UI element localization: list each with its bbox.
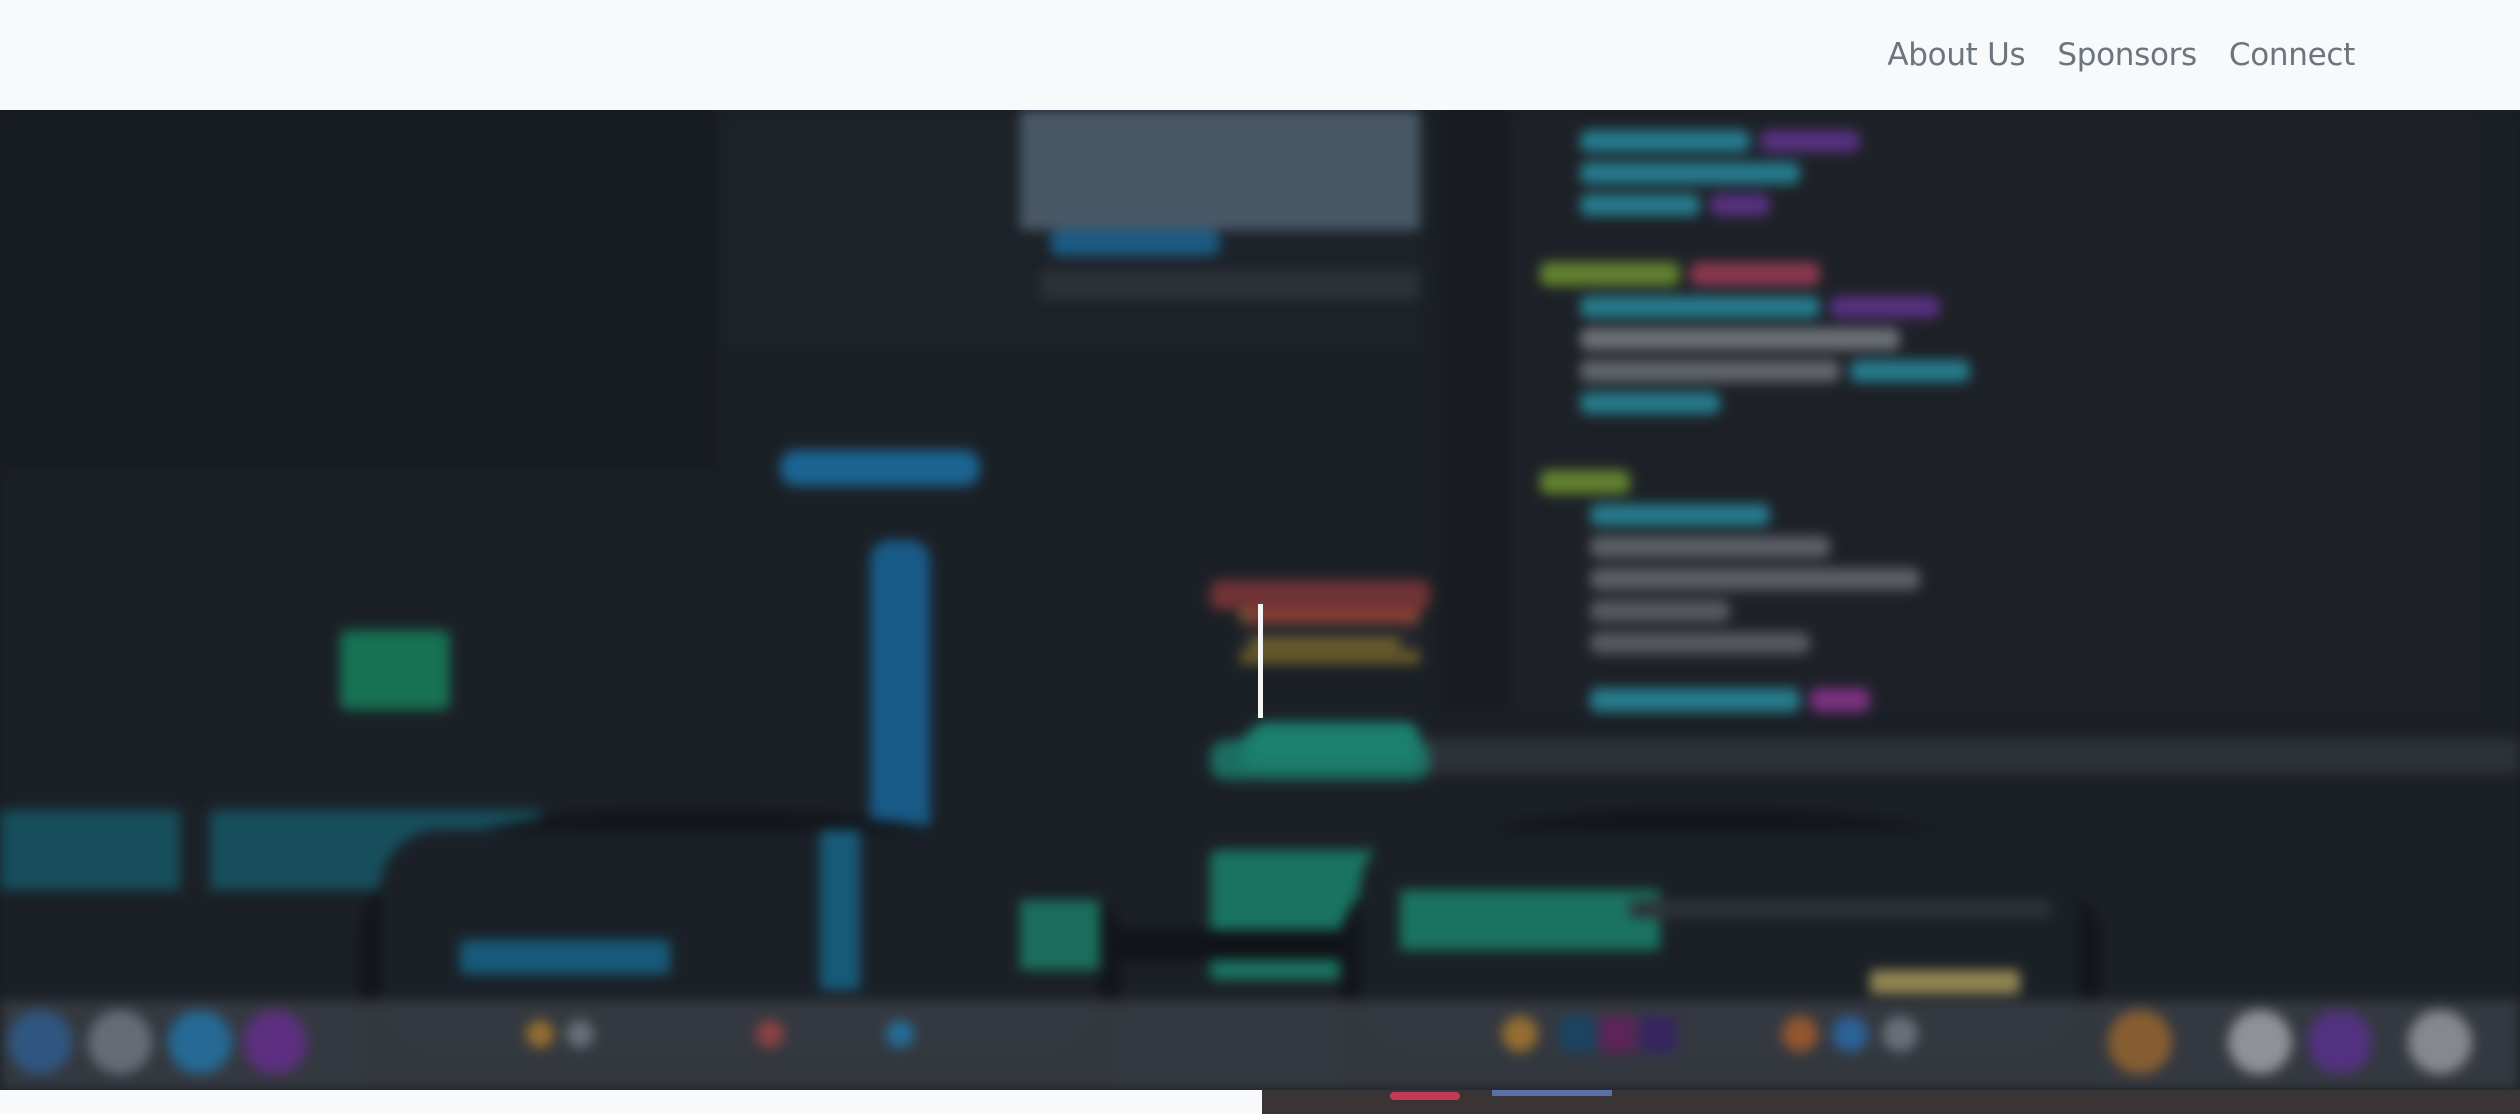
accent-shape — [1390, 1092, 1460, 1100]
top-navbar: About Us Sponsors Connect — [0, 0, 2520, 110]
accent-shape — [1492, 1090, 1612, 1096]
typing-cursor — [1258, 604, 1263, 718]
nav-link-about-us[interactable]: About Us — [1887, 37, 2025, 73]
hero-overlay — [0, 110, 2520, 1090]
section-light-strip — [0, 1090, 1262, 1114]
nav-links: About Us Sponsors Connect — [1887, 0, 2355, 110]
nav-link-connect[interactable]: Connect — [2229, 37, 2355, 73]
hero-section — [0, 110, 2520, 1090]
nav-link-sponsors[interactable]: Sponsors — [2057, 37, 2197, 73]
section-dark-strip — [1262, 1090, 2520, 1114]
